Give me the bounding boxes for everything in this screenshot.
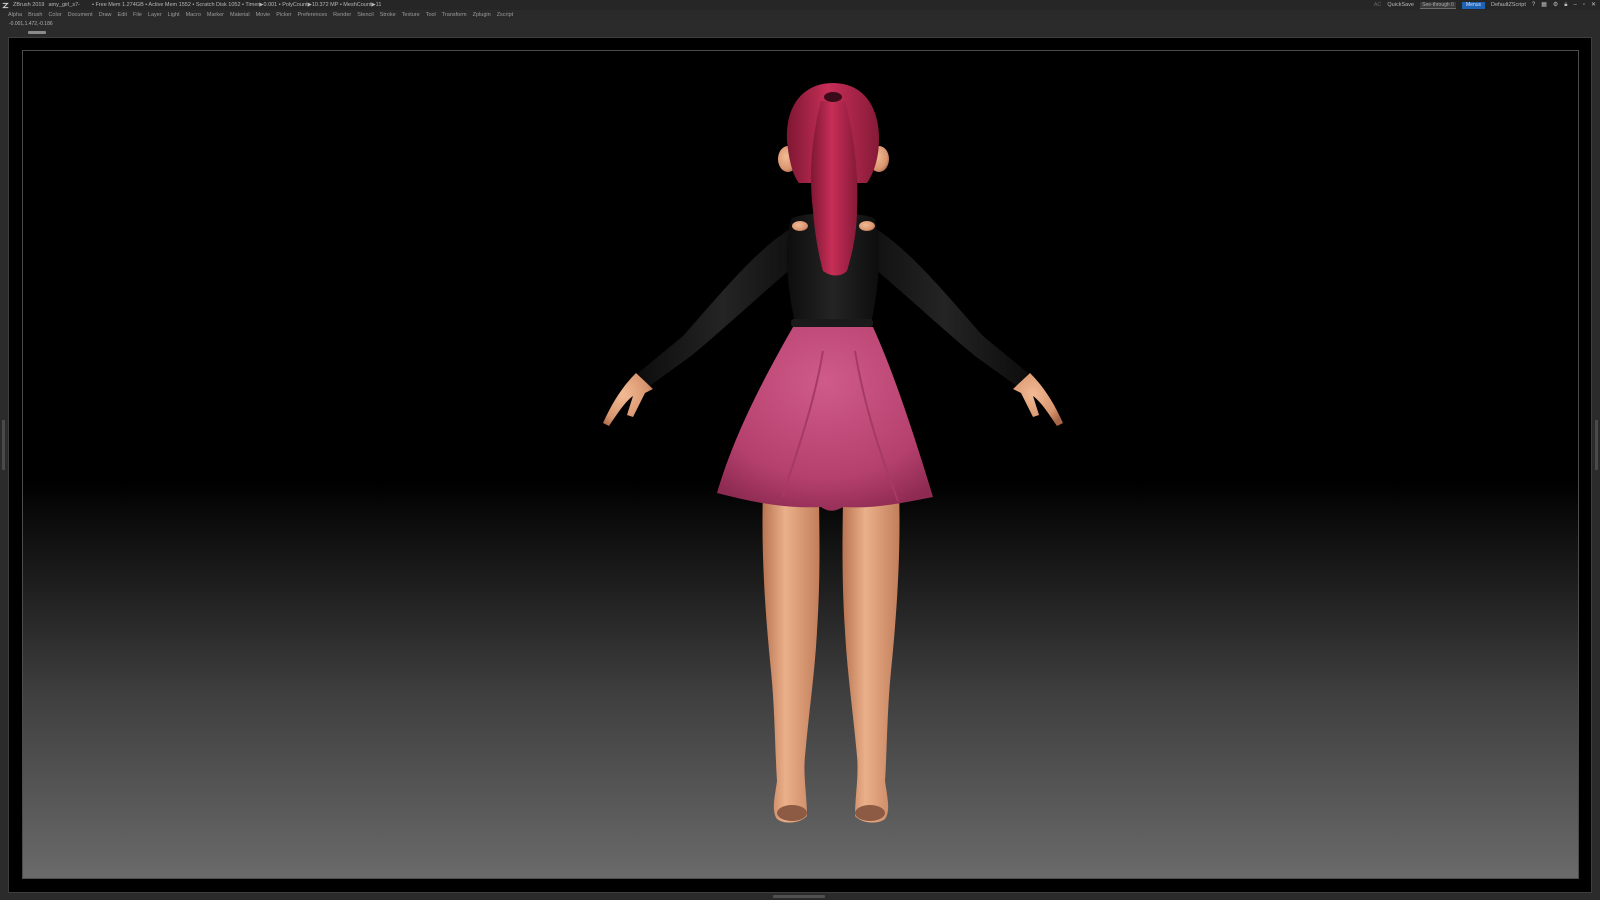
viewport-canvas[interactable]	[22, 50, 1579, 879]
left-tray-handle[interactable]	[2, 420, 5, 470]
menu-item-document[interactable]: Document	[68, 10, 93, 21]
menu-item-color[interactable]: Color	[48, 10, 61, 21]
layout-icon[interactable]: ▦	[1541, 0, 1547, 10]
tray-handle[interactable]	[28, 31, 46, 34]
menu-item-marker[interactable]: Marker	[207, 10, 224, 21]
quicksave-button[interactable]: QuickSave	[1387, 0, 1414, 10]
help-icon[interactable]: ?	[1532, 0, 1535, 10]
menu-item-brush[interactable]: Brush	[28, 10, 42, 21]
left-leg	[762, 491, 820, 823]
skirt	[717, 327, 933, 511]
menu-item-texture[interactable]: Texture	[402, 10, 420, 21]
right-heel	[855, 805, 885, 821]
right-leg	[842, 491, 900, 823]
menu-item-transform[interactable]: Transform	[442, 10, 467, 21]
settings-icon[interactable]: ⚙	[1553, 0, 1558, 10]
menu-item-zscript[interactable]: Zscript	[497, 10, 514, 21]
memory-stats: • Free Mem 1.274GB • Active Mem 1552 • S…	[91, 2, 382, 8]
menu-item-picker[interactable]: Picker	[276, 10, 291, 21]
see-through-slider[interactable]: See-through 0	[1420, 1, 1456, 9]
app-title: ZBrush 2019	[13, 2, 45, 8]
menu-item-draw[interactable]: Draw	[99, 10, 112, 21]
maximize-icon[interactable]: ▫	[1583, 0, 1585, 10]
default-script-button[interactable]: DefaultZScript	[1491, 0, 1526, 10]
menu-item-movie[interactable]: Movie	[256, 10, 271, 21]
menu-item-material[interactable]: Material	[230, 10, 250, 21]
hair-tie	[824, 92, 842, 102]
cursor-coordinates: -0.001,1.472,-0.186	[9, 21, 53, 27]
menu-item-light[interactable]: Light	[168, 10, 180, 21]
ac-button[interactable]: AC	[1374, 0, 1382, 10]
see-through-label: See-through 0	[1422, 1, 1454, 8]
right-shoulder-cutout	[859, 221, 875, 231]
menu-item-edit[interactable]: Edit	[118, 10, 127, 21]
menu-item-alpha[interactable]: Alpha	[8, 10, 22, 21]
close-icon[interactable]: ✕	[1591, 0, 1596, 10]
waistband	[791, 319, 873, 327]
menu-bar: Alpha Brush Color Document Draw Edit File Layer…	[0, 10, 1600, 21]
zbrush-logo-icon	[2, 2, 9, 8]
lock-icon[interactable]: 🔒︎	[1564, 0, 1567, 10]
minimize-icon[interactable]: –	[1573, 0, 1576, 10]
menu-item-zplugin[interactable]: Zplugin	[473, 10, 491, 21]
menu-item-file[interactable]: File	[133, 10, 142, 21]
right-tray-handle[interactable]	[1595, 420, 1598, 470]
menu-item-layer[interactable]: Layer	[148, 10, 162, 21]
character-model[interactable]	[23, 51, 1579, 879]
file-name: amy_girl_s7-	[48, 2, 80, 8]
menu-items: Alpha Brush Color Document Draw Edit File Layer…	[8, 10, 513, 21]
left-shoulder-cutout	[792, 221, 808, 231]
title-bar: ZBrush 2019 amy_girl_s7- • Free Mem 1.27…	[0, 0, 1600, 10]
menu-item-preferences[interactable]: Preferences	[298, 10, 328, 21]
bottom-tray-handle[interactable]	[773, 895, 825, 898]
menus-button[interactable]: Menus	[1462, 1, 1486, 9]
menu-item-stroke[interactable]: Stroke	[380, 10, 396, 21]
menu-item-stencil[interactable]: Stencil	[357, 10, 374, 21]
menu-item-render[interactable]: Render	[333, 10, 351, 21]
menu-item-tool[interactable]: Tool	[426, 10, 436, 21]
menu-item-macro[interactable]: Macro	[186, 10, 201, 21]
left-heel	[777, 805, 807, 821]
